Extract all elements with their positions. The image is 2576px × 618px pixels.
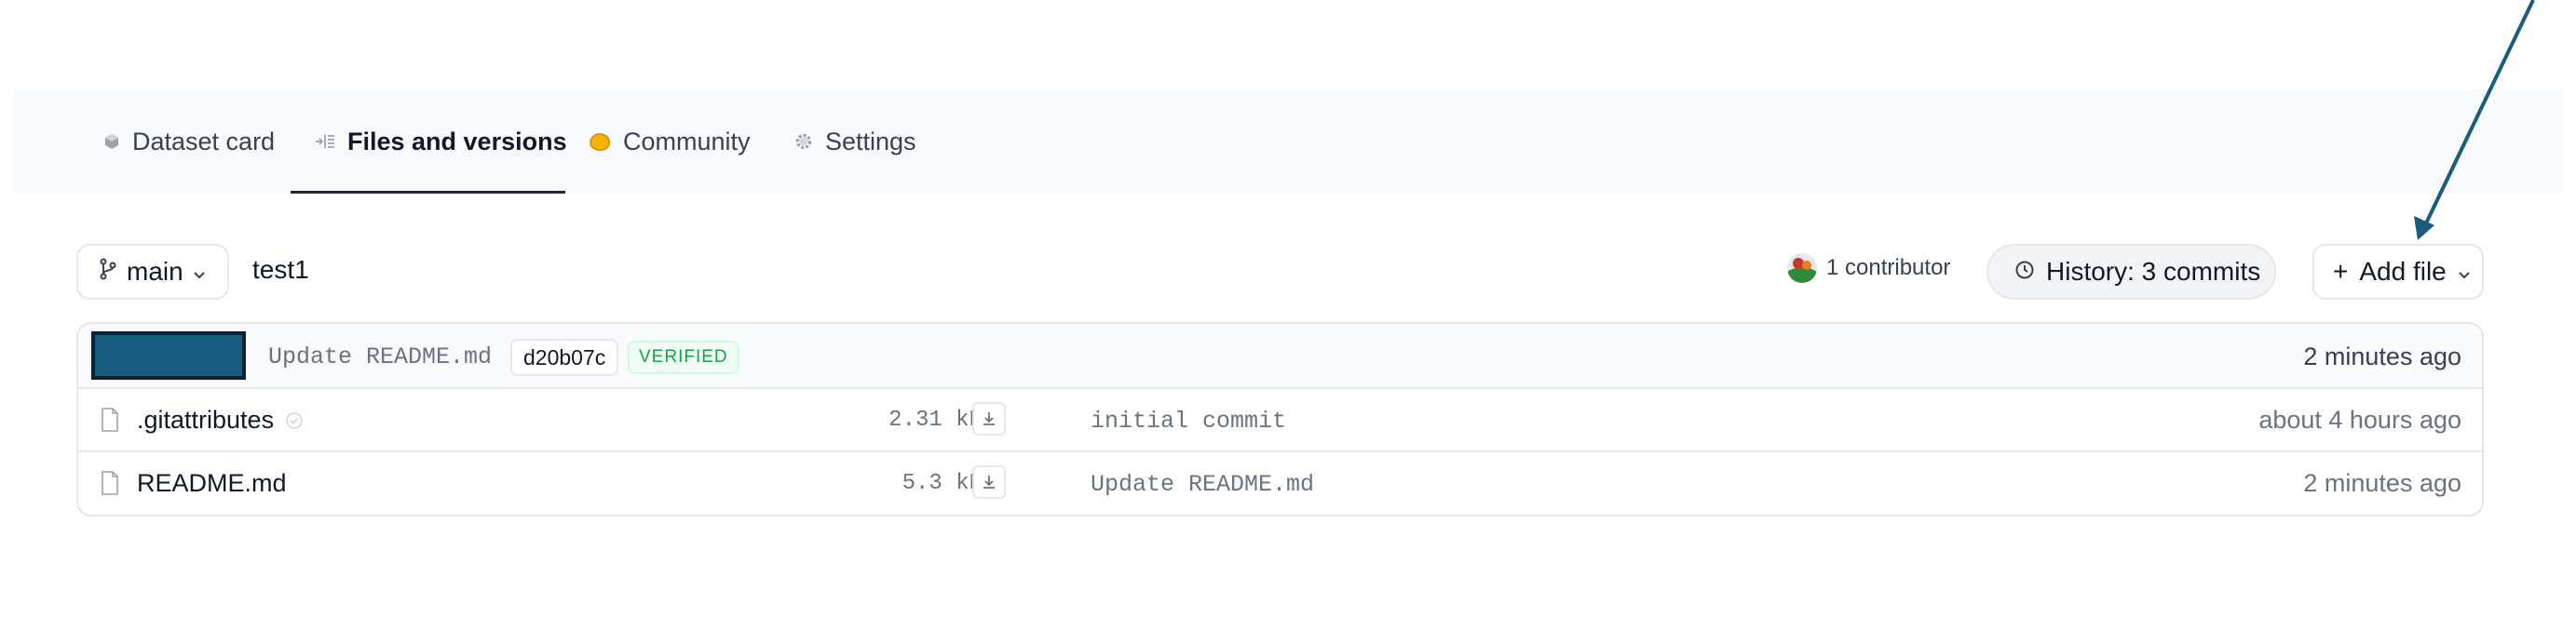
tab-community[interactable]: Community: [588, 89, 751, 194]
avatar: [1787, 253, 1817, 283]
file-time: 2 minutes ago: [2303, 469, 2461, 497]
community-icon: [588, 130, 612, 153]
file-table: Update README.md d20b07c VERIFIED 2 minu…: [76, 322, 2484, 517]
repo-tab-bar: Dataset card Files and versions Communit…: [13, 89, 2563, 194]
tab-settings[interactable]: Settings: [793, 89, 916, 194]
file-icon: [101, 408, 119, 437]
tab-dataset-card[interactable]: Dataset card: [102, 89, 275, 194]
tab-files-and-versions[interactable]: Files and versions: [314, 89, 567, 194]
branch-selector[interactable]: main: [76, 244, 229, 300]
branch-name: main: [127, 257, 183, 286]
chevron-down-icon: [2458, 257, 2471, 287]
dataset-card-icon: [102, 132, 121, 151]
file-size: 5.3 kB: [902, 471, 983, 496]
add-file-button[interactable]: + Add file: [2312, 244, 2484, 300]
file-commit-message[interactable]: initial commit: [1091, 408, 1286, 435]
contributors-label: 1 contributor: [1826, 255, 1951, 280]
history-button[interactable]: History: 3 commits: [1986, 244, 2276, 300]
file-name[interactable]: README.md: [137, 469, 287, 498]
verified-badge: VERIFIED: [628, 341, 739, 374]
last-commit-row: Update README.md d20b07c VERIFIED 2 minu…: [78, 324, 2482, 389]
chevron-down-icon: [193, 257, 206, 287]
table-row[interactable]: README.md 5.3 kB Update README.md 2 minu…: [78, 452, 2482, 515]
repo-folder-breadcrumb[interactable]: test1: [252, 255, 309, 285]
last-commit-message[interactable]: Update README.md: [268, 343, 492, 370]
commit-hash[interactable]: d20b07c: [510, 339, 619, 376]
add-file-label: Add file: [2359, 257, 2447, 286]
table-row[interactable]: .gitattributes 2.31 kB initial commit ab…: [78, 389, 2482, 452]
clock-icon: [2014, 257, 2035, 287]
tab-label: Settings: [825, 127, 916, 155]
contributors-link[interactable]: 1 contributor: [1787, 253, 1950, 283]
plus-icon: +: [2333, 257, 2349, 286]
tab-label: Dataset card: [132, 127, 276, 155]
tab-label: Community: [623, 127, 751, 155]
file-time: about 4 hours ago: [2258, 406, 2461, 434]
gear-icon: [793, 131, 814, 152]
download-icon[interactable]: [972, 402, 1006, 436]
file-name[interactable]: .gitattributes: [137, 406, 274, 435]
files-icon: [314, 132, 336, 151]
file-size: 2.31 kB: [888, 408, 983, 433]
safe-check-icon: [285, 411, 304, 435]
file-icon: [101, 471, 119, 500]
download-icon[interactable]: [972, 465, 1006, 499]
tab-label: Files and versions: [347, 127, 567, 155]
git-branch-icon: [99, 257, 117, 287]
active-tab-indicator: [291, 191, 565, 194]
file-commit-message[interactable]: Update README.md: [1091, 471, 1314, 498]
last-commit-time: 2 minutes ago: [2303, 343, 2461, 370]
history-label: History: 3 commits: [2046, 257, 2261, 286]
redacted-author: [91, 331, 246, 380]
